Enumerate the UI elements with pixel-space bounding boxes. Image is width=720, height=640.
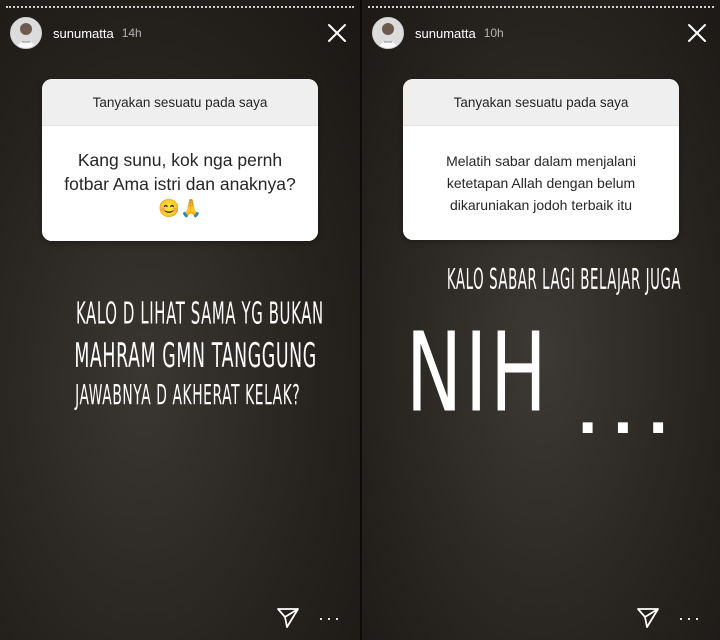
big-text-row: NIH [406,308,598,437]
story-header: sunumatta 10h [372,16,710,50]
avatar-photo [373,18,403,48]
dots: ... [577,382,683,447]
big-text: NIH [406,308,550,437]
story-footer: ··· [276,606,342,630]
progress-bar [6,6,354,8]
caption-line-2: MAHRAM GMN TANGGUNG [74,336,317,376]
send-icon[interactable] [276,606,300,630]
avatar-photo [11,18,41,48]
username[interactable]: sunumatta [415,26,476,41]
send-icon[interactable] [636,606,660,630]
question-card-body: Kang sunu, kok nga pernh fotbar Ama istr… [42,126,318,241]
avatar[interactable] [372,17,404,49]
story-header: sunumatta 14h [10,16,350,50]
post-time: 14h [121,26,142,40]
question-card-body: Melatih sabar dalam menjalani ketetapan … [403,126,679,240]
question-card-header: Tanyakan sesuatu pada saya [42,79,318,126]
story-footer: ··· [636,606,702,630]
ellipsis-text: ... [577,387,683,443]
story-viewer: sunumatta 14h Tanyakan sesuatu pada saya… [0,0,720,640]
caption-line: KALO SABAR LAGI BELAJAR JUGA [446,264,682,297]
question-card: Tanyakan sesuatu pada saya Melatih sabar… [403,79,679,240]
progress-bar [368,6,714,8]
story-right[interactable]: sunumatta 10h Tanyakan sesuatu pada saya… [360,0,720,640]
story-left[interactable]: sunumatta 14h Tanyakan sesuatu pada saya… [0,0,360,640]
close-icon[interactable] [684,20,710,46]
avatar[interactable] [10,17,42,49]
caption-line-3: JAWABNYA D AKHERAT KELAK? [75,380,301,412]
question-card-header: Tanyakan sesuatu pada saya [403,79,679,126]
close-icon[interactable] [324,20,350,46]
username[interactable]: sunumatta [53,26,114,41]
post-time: 10h [483,26,504,40]
question-card: Tanyakan sesuatu pada saya Kang sunu, ko… [42,79,318,241]
more-icon[interactable]: ··· [318,609,342,627]
caption-line-1: KALO D LIHAT SAMA YG BUKAN [75,296,324,331]
more-icon[interactable]: ··· [678,609,702,627]
